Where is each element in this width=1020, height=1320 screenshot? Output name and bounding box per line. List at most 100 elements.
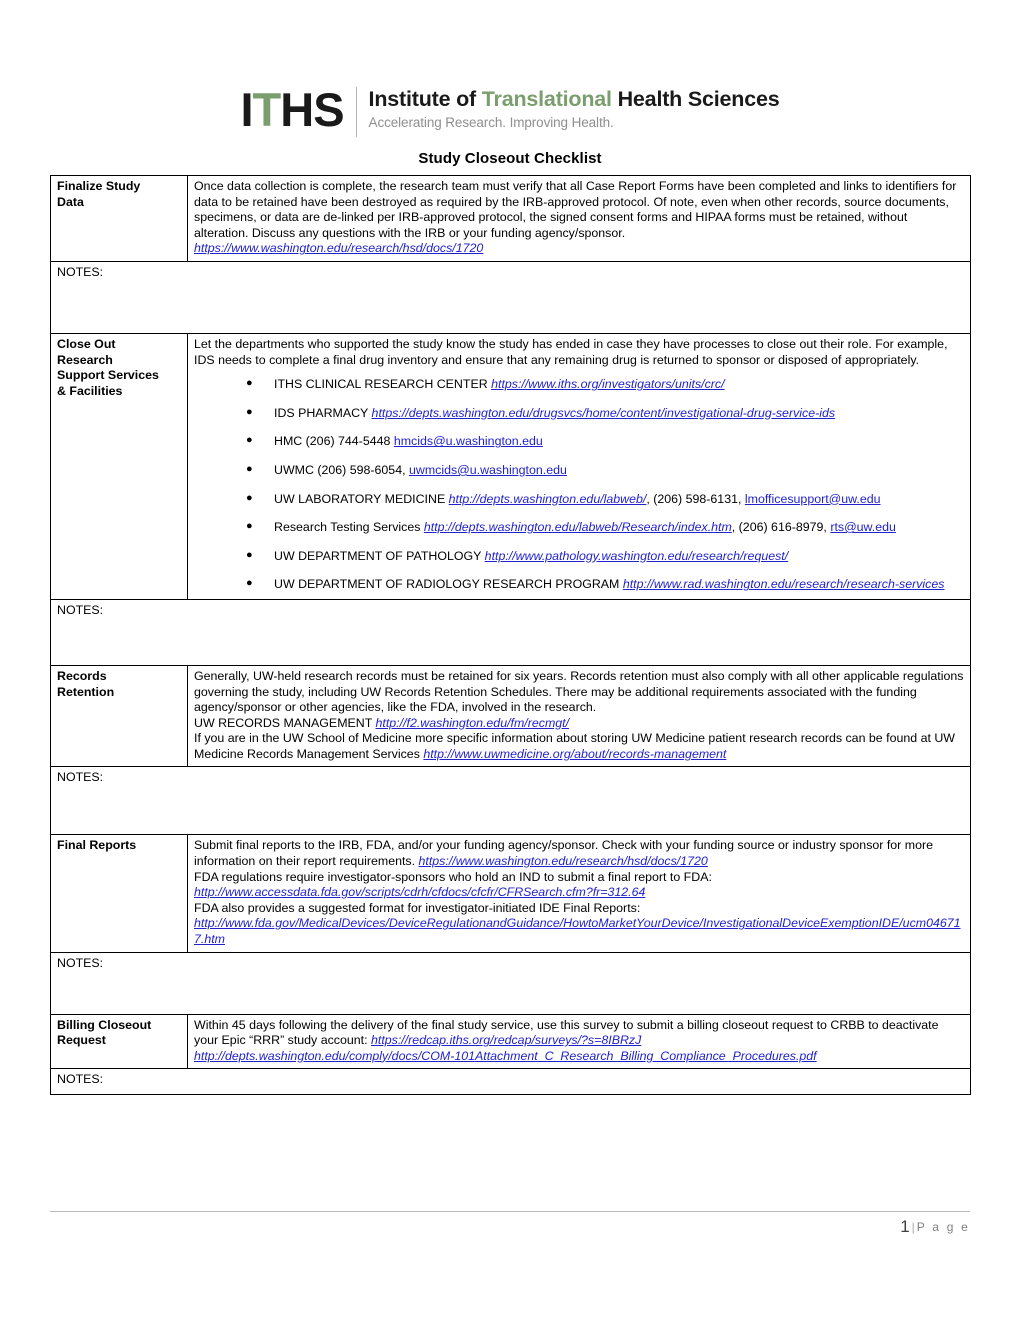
iths-logo: ITHS Institute of Translational Health S…: [50, 0, 970, 140]
label-line: Research: [57, 352, 113, 367]
logo-title-part2: Health Sciences: [611, 87, 780, 111]
notes-row: NOTES:: [50, 260, 971, 334]
notes-row: NOTES:: [50, 1068, 971, 1096]
link-labweb[interactable]: http://depts.washington.edu/labweb/: [449, 492, 647, 506]
notes-cell-5[interactable]: NOTES:: [50, 1068, 971, 1096]
notes-row: NOTES:: [50, 598, 971, 666]
link-cfr-search[interactable]: http://www.accessdata.fda.gov/scripts/cd…: [194, 885, 645, 899]
list-item: HMC (206) 744-5448 hmcids@u.washington.e…: [246, 433, 965, 450]
bullet-text: UW DEPARTMENT OF RADIOLOGY RESEARCH PROG…: [274, 577, 623, 592]
label-line: Finalize Study: [57, 179, 141, 193]
logo-title-accent: Translational: [481, 87, 612, 111]
link-uwmcids-email[interactable]: uwmcids@u.washington.edu: [409, 463, 567, 477]
link-labweb-research[interactable]: http://depts.washington.edu/labweb/Resea…: [424, 520, 732, 534]
list-item: UW DEPARTMENT OF PATHOLOGY http://www.pa…: [246, 548, 965, 565]
logo-tagline: Accelerating Research. Improving Health.: [368, 115, 614, 130]
link-pathology[interactable]: http://www.pathology.washington.edu/rese…: [485, 549, 789, 563]
table-row: Final Reports Submit final reports to th…: [50, 834, 971, 953]
notes-label: NOTES:: [57, 770, 104, 785]
notes-row: NOTES:: [50, 766, 971, 836]
logo-letter-i: I: [240, 83, 253, 136]
notes-label: NOTES:: [57, 602, 104, 617]
page-title: Study Closeout Checklist: [418, 150, 602, 167]
notes-label: NOTES:: [57, 264, 104, 279]
bullet-text: UWMC (206) 598-6054,: [274, 462, 409, 477]
row-label-billing-closeout-request: Billing Closeout Request: [50, 1013, 188, 1070]
body-paragraph: Generally, UW-held research records must…: [194, 668, 964, 715]
list-item: ITHS CLINICAL RESEARCH CENTER https://ww…: [246, 376, 965, 393]
link-iths-crc[interactable]: https://www.iths.org/investigators/units…: [491, 377, 724, 391]
label-line: Records: [57, 668, 107, 683]
list-item: UW DEPARTMENT OF RADIOLOGY RESEARCH PROG…: [246, 576, 965, 593]
list-item: Research Testing Services http://depts.w…: [246, 519, 965, 536]
footer-page-number: 1: [900, 1217, 910, 1236]
final-reports-ind-text: FDA regulations require investigator-spo…: [194, 869, 712, 884]
support-services-list: ITHS CLINICAL RESEARCH CENTER https://ww…: [194, 376, 965, 593]
row-body-finalize-study-data: Once data collection is complete, the re…: [187, 175, 971, 262]
row-body-final-reports: Submit final reports to the IRB, FDA, an…: [187, 834, 971, 953]
label-line: & Facilities: [57, 383, 123, 398]
table-row: Billing Closeout Request Within 45 days …: [50, 1013, 971, 1070]
row-label-finalize-study-data: Finalize Study Data: [50, 175, 188, 262]
link-ids-pharmacy[interactable]: https://depts.washington.edu/drugsvcs/ho…: [372, 406, 836, 420]
link-rts-email[interactable]: rts@uw.edu: [830, 520, 896, 534]
bullet-text: UW LABORATORY MEDICINE: [274, 491, 449, 506]
row-body-records-retention: Generally, UW-held research records must…: [187, 664, 971, 768]
notes-label: NOTES:: [57, 1072, 104, 1087]
body-paragraph: Let the departments who supported the st…: [194, 336, 948, 367]
document-page: ITHS Institute of Translational Health S…: [0, 0, 1020, 1320]
link-redcap-survey[interactable]: https://redcap.iths.org/redcap/surveys/?…: [371, 1033, 641, 1047]
logo-letters-hs: HS: [280, 83, 344, 136]
page-footer: 1 | P a g e: [50, 1211, 970, 1237]
list-item: UWMC (206) 598-6054, uwmcids@u.washingto…: [246, 462, 965, 479]
link-hsd-docs-1720-final[interactable]: https://www.washington.edu/research/hsd/…: [419, 854, 708, 868]
logo-divider: [355, 87, 357, 137]
row-label-final-reports: Final Reports: [50, 834, 188, 953]
link-billing-compliance-pdf[interactable]: http://depts.washington.edu/comply/docs/…: [194, 1049, 817, 1063]
label-line: Data: [57, 194, 84, 209]
label-line: Final Reports: [57, 838, 137, 853]
closeout-checklist-table: Finalize Study Data Once data collection…: [50, 175, 971, 1096]
bullet-tail: , (206) 598-6131,: [646, 491, 745, 506]
notes-cell-3[interactable]: NOTES:: [50, 766, 971, 836]
logo-institute-name: Institute of Translational Health Scienc…: [369, 87, 780, 112]
body-paragraph: Once data collection is complete, the re…: [194, 179, 957, 240]
link-radiology[interactable]: http://www.rad.washington.edu/research/r…: [623, 577, 945, 591]
footer-separator: |: [911, 1220, 915, 1234]
link-hmcids-email[interactable]: hmcids@u.washington.edu: [394, 434, 543, 448]
list-item: UW LABORATORY MEDICINE http://depts.wash…: [246, 491, 965, 508]
notes-cell-1[interactable]: NOTES:: [50, 260, 971, 334]
records-mgmt-label: UW RECORDS MANAGEMENT: [194, 715, 376, 730]
label-line: Billing Closeout: [57, 1017, 152, 1032]
logo-title-part1: Institute of: [368, 87, 482, 111]
bullet-text: IDS PHARMACY: [274, 405, 372, 420]
label-line: Close Out: [57, 336, 116, 351]
label-line: Support Services: [57, 368, 159, 383]
table-row: Records Retention Generally, UW-held res…: [50, 664, 971, 768]
label-line: Retention: [57, 684, 115, 699]
row-body-billing-closeout-request: Within 45 days following the delivery of…: [187, 1013, 971, 1070]
row-label-records-retention: Records Retention: [50, 664, 188, 768]
table-row: Close Out Research Support Services & Fa…: [50, 332, 971, 600]
list-item: IDS PHARMACY https://depts.washington.ed…: [246, 405, 965, 422]
bullet-text: UW DEPARTMENT OF PATHOLOGY: [274, 548, 485, 563]
link-uw-records-management[interactable]: http://f2.washington.edu/fm/recmgt/: [376, 716, 570, 730]
final-reports-ide-text: FDA also provides a suggested format for…: [194, 900, 641, 915]
table-row: Finalize Study Data Once data collection…: [50, 175, 971, 262]
link-fda-ide[interactable]: http://www.fda.gov/MedicalDevices/Device…: [194, 916, 961, 946]
link-uwmedicine-records[interactable]: http://www.uwmedicine.org/about/records-…: [423, 747, 726, 761]
bullet-text: Research Testing Services: [274, 520, 424, 535]
bullet-tail: , (206) 616-8979,: [731, 520, 831, 535]
footer-divider: [50, 1211, 970, 1212]
bullet-text: ITHS CLINICAL RESEARCH CENTER: [274, 377, 492, 392]
notes-row: NOTES:: [50, 951, 971, 1015]
notes-cell-2[interactable]: NOTES:: [50, 598, 971, 666]
row-label-close-out-research-support: Close Out Research Support Services & Fa…: [50, 332, 188, 600]
notes-cell-4[interactable]: NOTES:: [50, 951, 971, 1015]
link-lmofficesupport-email[interactable]: lmofficesupport@uw.edu: [745, 492, 881, 506]
footer-page-word: P a g e: [916, 1220, 970, 1234]
link-hsd-docs-1720[interactable]: https://www.washington.edu/research/hsd/…: [194, 241, 483, 255]
logo-letter-t: T: [252, 83, 282, 136]
iths-wordmark: ITHS: [240, 84, 355, 140]
notes-label: NOTES:: [57, 955, 104, 970]
